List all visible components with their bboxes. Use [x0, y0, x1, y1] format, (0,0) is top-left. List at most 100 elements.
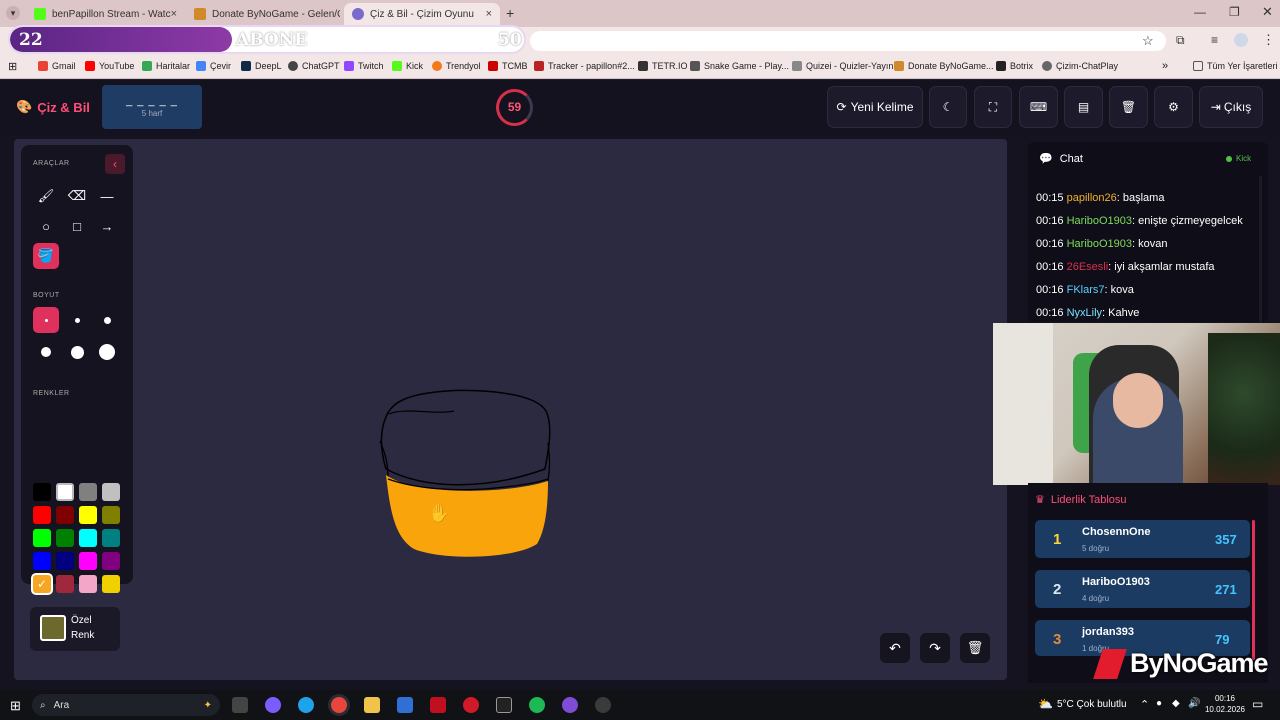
- size-5[interactable]: [64, 339, 90, 365]
- extensions-icon[interactable]: ⧉: [1176, 33, 1185, 48]
- leaderboard-scrollbar[interactable]: [1252, 520, 1255, 660]
- edge-icon[interactable]: [298, 697, 314, 713]
- size-6[interactable]: [94, 339, 120, 365]
- bookmark-trendyol[interactable]: Trendyol: [432, 61, 481, 71]
- bookmark-chatgpt[interactable]: ChatGPT: [288, 61, 340, 71]
- netflix-icon[interactable]: [430, 697, 446, 713]
- chrome-icon[interactable]: [331, 697, 347, 713]
- mic-icon[interactable]: ●: [1156, 698, 1162, 709]
- size-3[interactable]: [94, 307, 120, 333]
- speaker-icon[interactable]: 🔊: [1188, 698, 1200, 709]
- settings-button[interactable]: ⚙: [1154, 86, 1193, 128]
- close-icon[interactable]: ×: [171, 8, 177, 20]
- copilot-icon[interactable]: [265, 697, 281, 713]
- more-bookmarks-icon[interactable]: »: [1162, 60, 1168, 72]
- bookmark-botrix[interactable]: Botrix: [996, 61, 1033, 71]
- arrow-tool[interactable]: →: [94, 213, 120, 239]
- chat-username[interactable]: HariboO1903: [1067, 215, 1132, 227]
- bookmark-tracker[interactable]: Tracker - papillon#2...: [534, 61, 635, 71]
- notifications-icon[interactable]: ▭: [1252, 697, 1263, 711]
- color-swatch[interactable]: [102, 529, 120, 547]
- exit-button[interactable]: ⇥ Çıkış: [1199, 86, 1263, 128]
- undo-button[interactable]: ↶: [880, 633, 910, 663]
- taskbar-search[interactable]: ⌕ Ara ✦: [32, 694, 220, 716]
- color-swatch[interactable]: [102, 552, 120, 570]
- color-swatch[interactable]: [102, 506, 120, 524]
- color-swatch[interactable]: [79, 506, 97, 524]
- file-explorer-icon[interactable]: [364, 697, 380, 713]
- close-window-icon[interactable]: ✕: [1262, 4, 1273, 20]
- bookmark-kick[interactable]: Kick: [392, 61, 423, 71]
- color-swatch[interactable]: [56, 529, 74, 547]
- color-swatch[interactable]: [56, 552, 74, 570]
- menu-icon[interactable]: ⋮: [1262, 32, 1275, 48]
- color-swatch[interactable]: [33, 552, 51, 570]
- bookmark-translate[interactable]: Çevir: [196, 61, 231, 71]
- capcut-icon[interactable]: [496, 697, 512, 713]
- size-4[interactable]: [33, 339, 59, 365]
- bookmark-youtube[interactable]: YouTube: [85, 61, 134, 71]
- circle-tool[interactable]: ○: [33, 213, 59, 239]
- maximize-icon[interactable]: ❐: [1229, 5, 1240, 19]
- apps-icon[interactable]: ⊞: [8, 60, 17, 73]
- size-2[interactable]: [64, 307, 90, 333]
- line-tool[interactable]: —: [94, 183, 120, 209]
- profile-icon[interactable]: [1234, 33, 1248, 47]
- bookmark-tcmb[interactable]: TCMB: [488, 61, 528, 71]
- color-swatch[interactable]: [33, 483, 51, 501]
- spotify-icon[interactable]: [529, 697, 545, 713]
- new-word-button[interactable]: ⟳ Yeni Kelime: [827, 86, 923, 128]
- clear-canvas-button[interactable]: 🗑: [960, 633, 990, 663]
- bookmark-cizim-chatplay[interactable]: Çizim-ChatPlay: [1042, 61, 1118, 71]
- fill-tool[interactable]: 🪣: [33, 243, 59, 269]
- tab-donate[interactable]: Donate ByNoGame - Gelen/Gid ×: [186, 3, 340, 25]
- weather-text[interactable]: 5°C Çok bulutlu: [1057, 699, 1127, 710]
- start-icon[interactable]: ⊞: [10, 698, 21, 714]
- app-icon[interactable]: [595, 697, 611, 713]
- archive-button[interactable]: ▤: [1064, 86, 1103, 128]
- bookmark-quizei[interactable]: Quizei - Quizler-Yayın: [792, 61, 893, 71]
- redo-button[interactable]: ↷: [920, 633, 950, 663]
- color-swatch[interactable]: [33, 506, 51, 524]
- color-swatch[interactable]: [79, 575, 97, 593]
- bookmark-deepl[interactable]: DeepL: [241, 61, 282, 71]
- mail-icon[interactable]: [397, 697, 413, 713]
- custom-color-swatch[interactable]: [40, 615, 66, 641]
- color-swatch[interactable]: [79, 483, 97, 501]
- minimize-icon[interactable]: —: [1194, 5, 1206, 19]
- tray-chevron-icon[interactable]: ⌃: [1140, 698, 1149, 711]
- drawing-canvas[interactable]: ✋ ↶ ↷ 🗑: [14, 139, 1007, 680]
- color-swatch[interactable]: [79, 529, 97, 547]
- color-swatch[interactable]: [56, 483, 74, 501]
- chat-username[interactable]: HariboO1903: [1067, 238, 1132, 250]
- keyboard-button[interactable]: ⌨: [1019, 86, 1058, 128]
- fullscreen-button[interactable]: ⛶: [974, 86, 1012, 128]
- eraser-tool[interactable]: ⌫: [64, 183, 90, 209]
- bookmark-gmail[interactable]: Gmail: [38, 61, 76, 71]
- color-swatch[interactable]: [102, 575, 120, 593]
- chat-username[interactable]: FKlars7: [1067, 284, 1105, 296]
- obs-icon[interactable]: [562, 697, 578, 713]
- bookmark-twitch[interactable]: Twitch: [344, 61, 384, 71]
- brush-tool[interactable]: 🖌: [33, 183, 59, 209]
- close-icon[interactable]: ×: [486, 8, 492, 20]
- bookmark-maps[interactable]: Haritalar: [142, 61, 190, 71]
- color-swatch[interactable]: [56, 575, 74, 593]
- tab-stream[interactable]: benPapillon Stream - Watc ×: [26, 3, 182, 25]
- bookmark-snake[interactable]: Snake Game - Play...: [690, 61, 789, 71]
- bookmark-bynogame[interactable]: Donate ByNoGame...: [894, 61, 994, 71]
- color-swatch[interactable]: [56, 506, 74, 524]
- clear-button[interactable]: 🗑: [1109, 86, 1148, 128]
- collapse-button[interactable]: ‹: [105, 154, 125, 174]
- chat-username[interactable]: papillon26: [1067, 192, 1117, 204]
- chat-username[interactable]: NyxLily: [1067, 307, 1102, 319]
- task-view-icon[interactable]: [232, 697, 248, 713]
- color-swatch[interactable]: [102, 483, 120, 501]
- color-swatch[interactable]: [79, 552, 97, 570]
- bookmark-tetrio[interactable]: TETR.IO: [638, 61, 688, 71]
- clock[interactable]: 00:16 10.02.2026: [1204, 693, 1246, 715]
- theme-toggle-button[interactable]: ☾: [929, 86, 967, 128]
- all-bookmarks-folder[interactable]: Tüm Yer İşaretleri: [1193, 61, 1278, 71]
- chat-username[interactable]: 26Esesli: [1067, 261, 1109, 273]
- chat-scrollbar[interactable]: [1259, 176, 1262, 322]
